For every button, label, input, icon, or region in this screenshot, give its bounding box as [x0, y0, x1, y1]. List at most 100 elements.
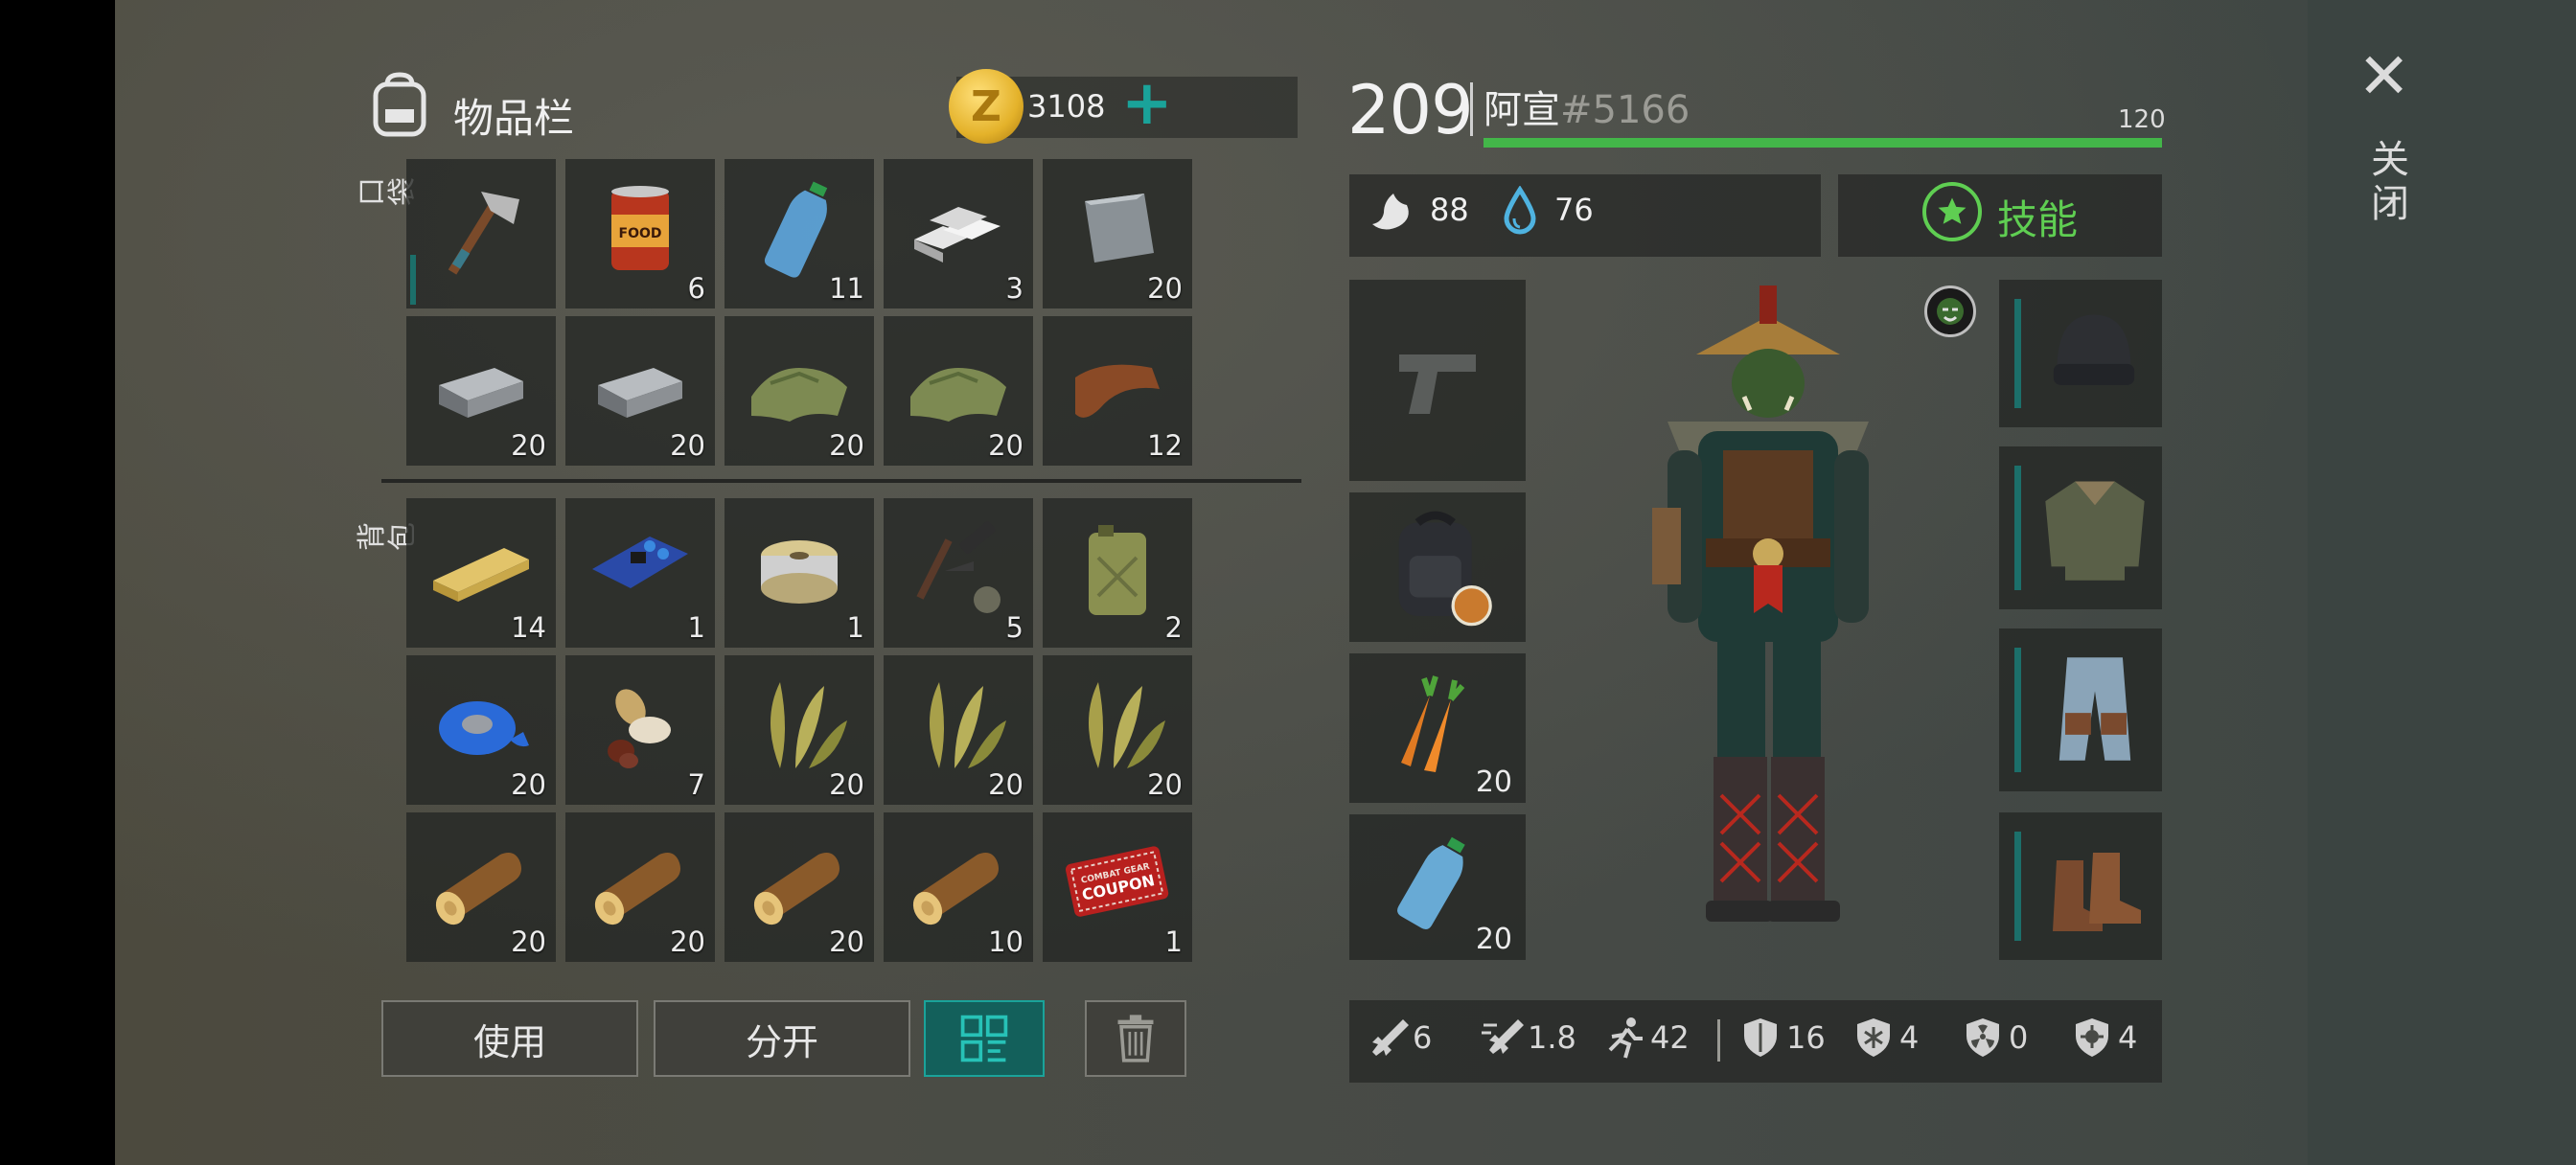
- jerry-can-icon: [1089, 525, 1146, 615]
- item-quantity: 20: [511, 768, 546, 801]
- thirst-value: 76: [1554, 192, 1594, 228]
- plant-fiber-icon: [930, 682, 1006, 768]
- water-drop-icon: [1501, 185, 1539, 236]
- hp-max: 120: [2118, 105, 2166, 134]
- status-effect-icon[interactable]: [1924, 286, 1976, 337]
- inventory-slot[interactable]: 20: [565, 812, 715, 962]
- add-coins-button[interactable]: +: [1121, 65, 1173, 142]
- leather-icon: [1075, 364, 1160, 418]
- item-quantity: 1: [1164, 925, 1183, 958]
- item-quantity: 20: [670, 925, 705, 958]
- item-quantity: 5: [1005, 611, 1024, 644]
- inventory-slot[interactable]: 20: [1043, 159, 1192, 308]
- hatchet-icon: [448, 192, 519, 275]
- cold-resist-stat: 4: [1852, 1016, 1919, 1060]
- item-quantity: 12: [1147, 429, 1183, 462]
- durability-bar: [410, 255, 416, 305]
- item-quantity: 20: [988, 768, 1024, 801]
- inventory-slot[interactable]: 1: [565, 498, 715, 648]
- feet-armor-slot[interactable]: [1999, 812, 2162, 960]
- virus-shield-icon: [2076, 1018, 2108, 1057]
- item-quantity: 20: [511, 429, 546, 462]
- shield-icon: [1744, 1018, 1777, 1057]
- inventory-slot[interactable]: 20: [724, 655, 874, 805]
- inventory-slot[interactable]: 12: [1043, 316, 1192, 466]
- inventory-slot[interactable]: 20: [884, 655, 1033, 805]
- legs-armor-slot[interactable]: [1999, 628, 2162, 791]
- seeds-icon: [608, 689, 671, 768]
- inventory-slot[interactable]: COMBAT GEAR COUPON 1: [1043, 812, 1192, 962]
- hunger-value: 88: [1430, 192, 1469, 228]
- health-bar-fill: [1484, 138, 2162, 148]
- snowflake-shield-icon: [1857, 1018, 1890, 1057]
- inventory-slot[interactable]: 20: [406, 655, 556, 805]
- inventory-slot[interactable]: 5: [884, 498, 1033, 648]
- skills-label: 技能: [1997, 196, 2079, 243]
- item-quantity: 11: [829, 272, 864, 305]
- sort-button[interactable]: [924, 1000, 1045, 1077]
- stats-divider: [1717, 1019, 1720, 1062]
- durability-bar: [2014, 299, 2021, 408]
- game-screen: ✕ 关闭 物品栏 Z 3108 + 口袋 背包 FOOD 6 11 3 20 20 20 20…: [115, 0, 2576, 1165]
- inventory-slot[interactable]: 20: [724, 316, 874, 466]
- plant-fiber-icon: [1089, 682, 1165, 768]
- delete-button[interactable]: [1085, 1000, 1186, 1077]
- item-quantity: 20: [1147, 272, 1183, 305]
- movement-stat: 42: [1602, 1016, 1690, 1060]
- pants-icon: [2058, 657, 2131, 761]
- item-quantity: 20: [829, 429, 864, 462]
- head-armor-slot[interactable]: [1999, 280, 2162, 427]
- close-label: 关闭: [2371, 138, 2409, 226]
- iron-ingot-icon: [439, 368, 523, 418]
- infection-stat: 4: [2070, 1016, 2137, 1060]
- item-quantity: 14: [511, 611, 546, 644]
- water-bottle-icon: [764, 181, 828, 278]
- split-button[interactable]: 分开: [654, 1000, 910, 1077]
- inventory-slot[interactable]: 20: [1043, 655, 1192, 805]
- wire-spool-icon: [761, 540, 838, 604]
- close-icon: ✕: [2358, 39, 2411, 113]
- weapon-slot[interactable]: [1349, 280, 1526, 481]
- cloth-icon: [910, 368, 1006, 422]
- log-icon: [753, 853, 840, 925]
- inventory-slot[interactable]: 2: [1043, 498, 1192, 648]
- inventory-slot[interactable]: FOOD 6: [565, 159, 715, 308]
- metal-plate-icon: [1085, 194, 1154, 263]
- inventory-slot[interactable]: 14: [406, 498, 556, 648]
- inventory-slot[interactable]: [406, 159, 556, 308]
- inventory-slot[interactable]: 20: [724, 812, 874, 962]
- drink-slot[interactable]: 20: [1349, 814, 1526, 960]
- inventory-slot[interactable]: 20: [884, 316, 1033, 466]
- item-quantity: 7: [687, 768, 705, 801]
- item-quantity: 20: [829, 768, 864, 801]
- use-button[interactable]: 使用: [381, 1000, 638, 1077]
- radiation-shield-icon: [1966, 1018, 1999, 1057]
- inventory-slot[interactable]: 10: [884, 812, 1033, 962]
- inventory-slot[interactable]: 20: [406, 812, 556, 962]
- inventory-slot[interactable]: 7: [565, 655, 715, 805]
- grid-icon: [960, 1015, 1008, 1062]
- log-icon: [435, 853, 521, 925]
- inventory-slot[interactable]: 1: [724, 498, 874, 648]
- hunger-icon: [1367, 188, 1416, 238]
- carrots-icon: [1401, 675, 1465, 772]
- coin-amount: 3108: [1027, 88, 1106, 125]
- inventory-slot[interactable]: 3: [884, 159, 1033, 308]
- duct-tape-icon: [439, 701, 529, 755]
- boots-icon: [2053, 853, 2141, 931]
- coin-icon: Z: [949, 69, 1024, 144]
- player-name: 阿宣#5166: [1484, 88, 1690, 132]
- body-armor-slot[interactable]: [1999, 446, 2162, 609]
- food-slot[interactable]: 20: [1349, 653, 1526, 803]
- plant-fiber-icon: [770, 682, 847, 768]
- backpack-slot[interactable]: [1349, 492, 1526, 642]
- item-quantity: 3: [1005, 272, 1024, 305]
- level-divider: [1470, 82, 1473, 136]
- inventory-slot[interactable]: 20: [406, 316, 556, 466]
- running-icon: [1608, 1017, 1643, 1059]
- inventory-slot[interactable]: 20: [565, 316, 715, 466]
- close-button[interactable]: ✕ 关闭: [2348, 38, 2463, 230]
- item-quantity: 10: [988, 925, 1024, 958]
- item-quantity: 20: [670, 429, 705, 462]
- inventory-slot[interactable]: 11: [724, 159, 874, 308]
